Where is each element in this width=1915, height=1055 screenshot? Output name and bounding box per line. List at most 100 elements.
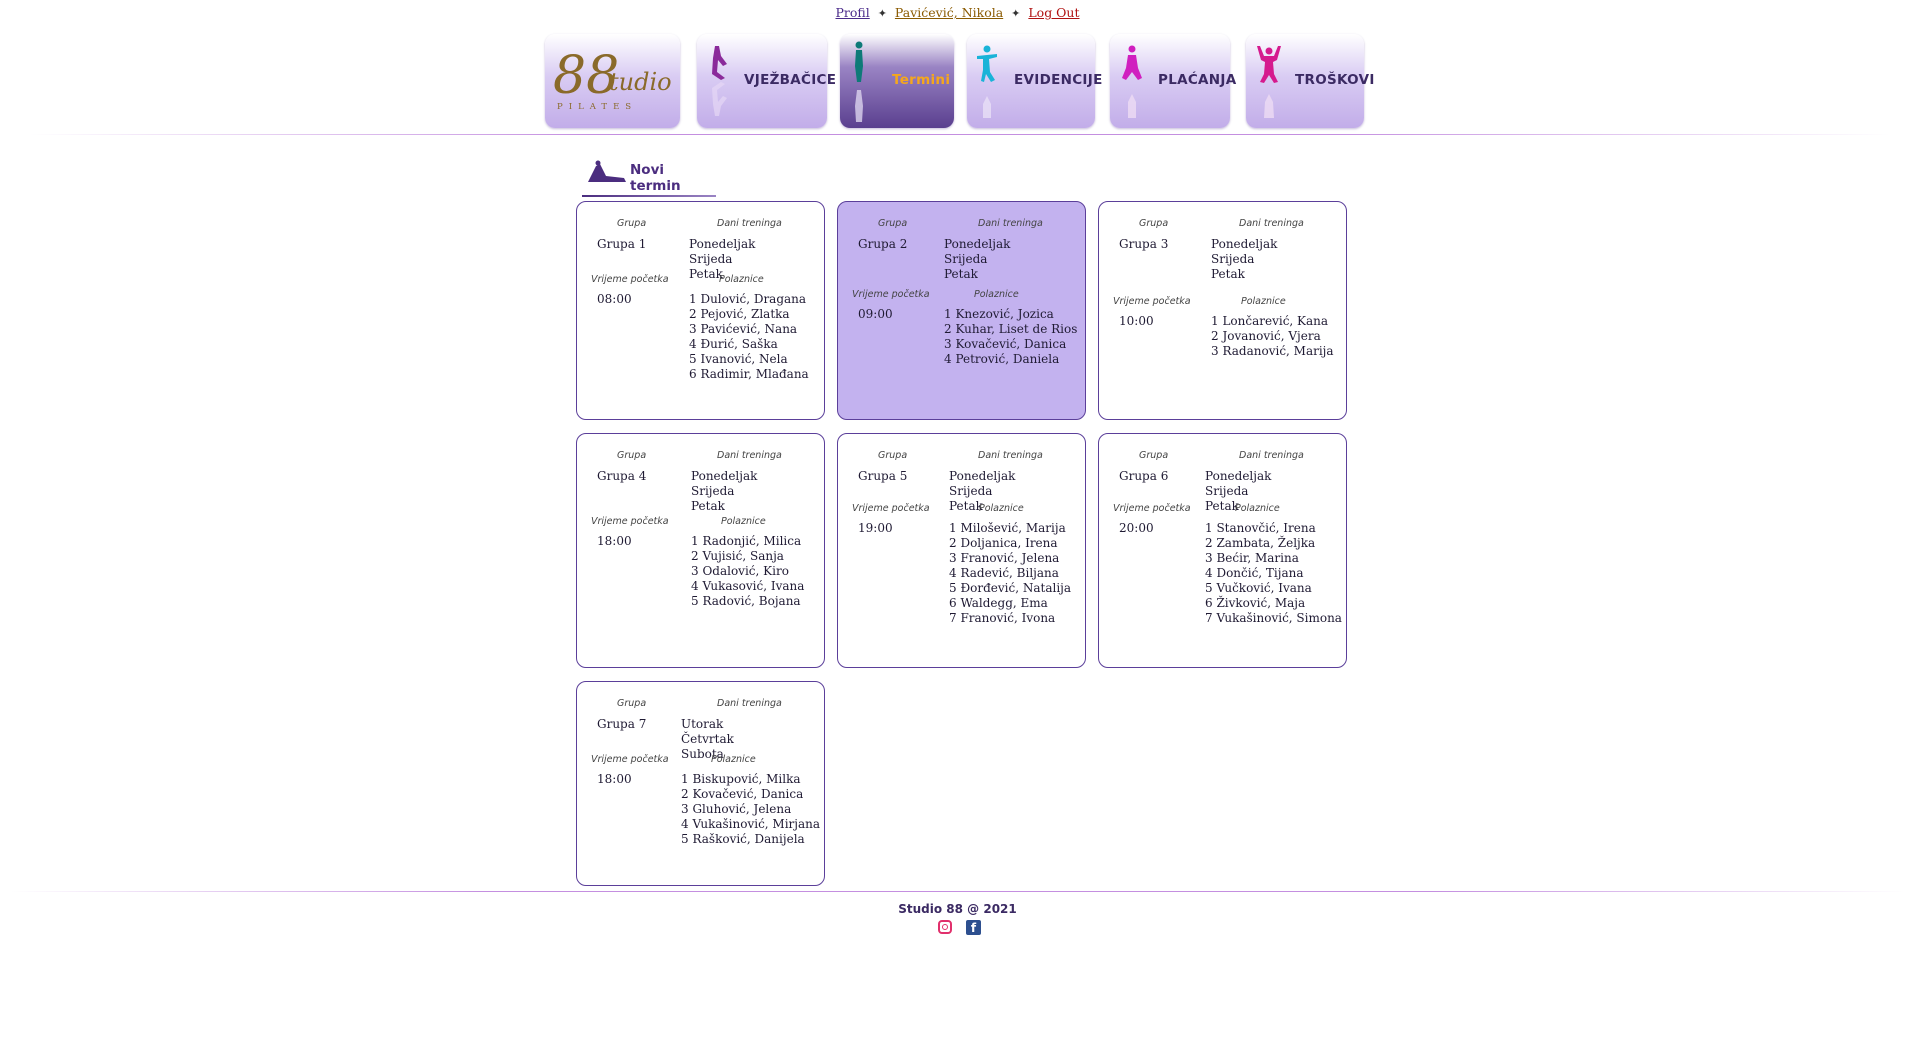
group-name: Grupa 6 <box>1119 469 1169 483</box>
start-time: 18:00 <box>597 534 632 548</box>
group-card[interactable]: Grupa Dani treninga Grupa 1 Ponedeljak Srije… <box>576 201 825 420</box>
member-item: 2 Pejović, Zlatka <box>689 307 790 321</box>
underline <box>582 195 716 197</box>
dancer-icon <box>712 46 727 116</box>
group-name: Grupa 2 <box>858 237 908 251</box>
training-day: Petak <box>944 267 978 281</box>
days-heading: Dani treninga <box>1239 218 1304 229</box>
training-day: Petak <box>689 267 723 281</box>
user-link[interactable]: Pavićević, Nikola <box>895 5 1003 20</box>
days-heading: Dani treninga <box>1239 450 1304 461</box>
days-heading: Dani treninga <box>978 450 1043 461</box>
group-heading: Grupa <box>878 218 908 229</box>
members-heading: Polaznice <box>974 289 1019 300</box>
facebook-icon[interactable]: f <box>966 920 981 935</box>
training-day: Petak <box>691 499 725 513</box>
start-time-heading: Vrijeme početka <box>852 289 930 300</box>
tab-label: TROŠKOVI <box>1295 72 1375 88</box>
stretch-figure-icon <box>588 160 626 182</box>
tab-evidencije[interactable]: EVIDENCIJE <box>967 34 1102 128</box>
members-heading: Polaznice <box>979 503 1024 514</box>
tab-label: EVIDENCIJE <box>1014 72 1103 88</box>
member-item: 1 Knezović, Jozica <box>944 307 1054 321</box>
member-item: 5 Đorđević, Natalija <box>949 581 1072 595</box>
group-card[interactable]: Grupa Dani treninga Grupa 3 Ponedeljak Srije… <box>1098 201 1347 420</box>
training-day: Ponedeljak <box>689 237 756 251</box>
training-day: Srijeda <box>1211 252 1255 266</box>
member-item: 4 Vukasović, Ivana <box>691 579 805 593</box>
group-name: Grupa 1 <box>597 237 647 251</box>
training-day: Petak <box>1205 499 1239 513</box>
days-heading: Dani treninga <box>717 450 782 461</box>
tab-label: PLAĆANJA <box>1158 72 1237 88</box>
group-card[interactable]: Grupa Dani treninga Grupa 2 Ponedeljak Srije… <box>837 201 1086 420</box>
studio88-logo: 88 tudio PILATES <box>553 46 672 112</box>
member-item: 7 Vukašinović, Simona <box>1205 611 1342 625</box>
training-day: Utorak <box>681 717 724 731</box>
separator-icon: ✦ <box>877 7 887 20</box>
member-item: 3 Gluhović, Jelena <box>681 802 792 816</box>
group-card[interactable]: Grupa Dani treninga Grupa 4 Ponedeljak Srije… <box>576 433 825 668</box>
tab-termini[interactable]: Termini <box>840 34 954 128</box>
group-name: Grupa 4 <box>597 469 647 483</box>
member-item: 1 Lončarević, Kana <box>1211 314 1329 328</box>
tab-label: Termini <box>892 72 951 88</box>
training-day: Srijeda <box>689 252 733 266</box>
group-heading: Grupa <box>1139 218 1169 229</box>
start-time-heading: Vrijeme početka <box>591 274 669 285</box>
members-heading: Polaznice <box>1235 503 1280 514</box>
tab-vjezbacice[interactable]: VJEŽBAČICE <box>697 34 836 128</box>
member-item: 6 Radimir, Mlađana <box>689 367 809 381</box>
group-heading: Grupa <box>617 450 647 461</box>
social-links: f <box>938 920 981 938</box>
member-item: 5 Vučković, Ivana <box>1205 581 1312 595</box>
training-day: Petak <box>949 499 983 513</box>
training-day: Četvrtak <box>681 732 734 746</box>
group-heading: Grupa <box>1139 450 1169 461</box>
tab-placanja[interactable]: PLAĆANJA <box>1110 34 1236 128</box>
member-item: 5 Radović, Bojana <box>691 594 801 608</box>
group-card[interactable]: Grupa Dani treninga Grupa 7 Utorak Četvrtak S… <box>576 681 825 886</box>
member-item: 6 Waldegg, Ema <box>949 596 1048 610</box>
start-time: 20:00 <box>1119 521 1154 535</box>
member-item: 6 Živković, Maja <box>1205 596 1306 610</box>
member-item: 4 Dončić, Tijana <box>1205 566 1304 580</box>
main-nav: 88 tudio PILATES VJEŽBAČICE Termini EVID… <box>0 34 1915 130</box>
group-card[interactable]: Grupa Dani treninga Grupa 6 Ponedeljak Srije… <box>1098 433 1347 668</box>
member-item: 1 Dulović, Dragana <box>689 292 807 306</box>
logo-home-button[interactable]: 88 tudio PILATES <box>545 34 680 128</box>
training-day: Srijeda <box>949 484 993 498</box>
profile-link[interactable]: Profil <box>835 5 869 20</box>
start-time-heading: Vrijeme početka <box>1113 503 1191 514</box>
footer-text: Studio 88 @ 2021 <box>898 902 1017 916</box>
arms-up-figure-icon <box>1257 46 1281 118</box>
divider <box>30 134 1890 135</box>
group-name: Grupa 3 <box>1119 237 1169 251</box>
member-item: 3 Radanović, Marija <box>1211 344 1334 358</box>
training-day: Ponedeljak <box>944 237 1011 251</box>
instagram-icon[interactable] <box>938 920 952 934</box>
training-day: Srijeda <box>1205 484 1249 498</box>
group-name: Grupa 7 <box>597 717 647 731</box>
group-card[interactable]: Grupa Dani treninga Grupa 5 Ponedeljak Srije… <box>837 433 1086 668</box>
member-item: 2 Kuhar, Liset de Rios <box>944 322 1078 336</box>
days-heading: Dani treninga <box>978 218 1043 229</box>
start-time-heading: Vrijeme početka <box>852 503 930 514</box>
tab-label: VJEŽBAČICE <box>744 72 837 88</box>
training-day: Srijeda <box>944 252 988 266</box>
tab-troskovi[interactable]: TROŠKOVI <box>1246 34 1374 128</box>
days-heading: Dani treninga <box>717 218 782 229</box>
start-time-heading: Vrijeme početka <box>591 516 669 527</box>
logout-link[interactable]: Log Out <box>1028 5 1079 20</box>
training-day: Ponedeljak <box>1205 469 1272 483</box>
training-day: Ponedeljak <box>1211 237 1278 251</box>
training-day: Ponedeljak <box>691 469 758 483</box>
start-time: 19:00 <box>858 521 893 535</box>
member-item: 4 Radević, Biljana <box>949 566 1059 580</box>
member-item: 4 Petrović, Daniela <box>944 352 1060 366</box>
member-item: 3 Kovačević, Danica <box>944 337 1067 351</box>
separator-icon: ✦ <box>1011 7 1021 20</box>
group-heading: Grupa <box>878 450 908 461</box>
new-term-button[interactable]: Novi termin <box>582 156 717 197</box>
member-item: 2 Kovačević, Danica <box>681 787 804 801</box>
